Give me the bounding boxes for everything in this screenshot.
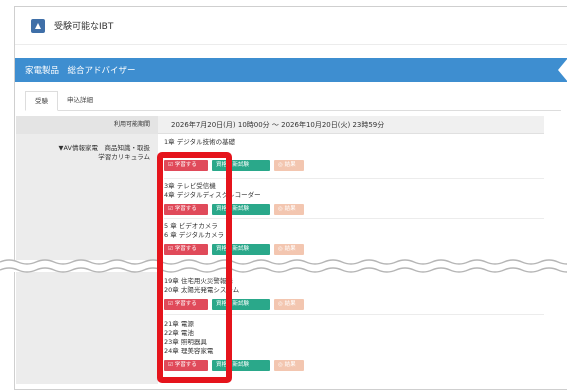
usage-period-value: 2026年7月20日(月) 10時00分 ～ 2026年10月20日(火) 23… <box>171 121 385 129</box>
exam-icon <box>31 18 45 33</box>
result-button[interactable]: ◎ 結果 <box>274 204 304 215</box>
course-banner-title: 家電製品 総合アドバイザー <box>25 66 136 76</box>
result-button-label: 結果 <box>284 162 296 168</box>
usage-period-label: 利用可能期間 <box>16 116 158 134</box>
page-title: 受験可能なIBT <box>54 22 114 32</box>
category-label: ▼AV情報家電 商品知識・取扱 学習カリキュラム <box>59 144 150 162</box>
result-button[interactable]: ◎ 結果 <box>274 360 304 371</box>
page-break-wave <box>0 259 567 273</box>
chapter-label: 1章 デジタル技術の基礎 <box>164 138 236 146</box>
course-banner: 家電製品 総合アドバイザー <box>15 58 567 82</box>
page-header: 受験可能なIBT <box>15 7 567 45</box>
banner-notch <box>558 58 567 82</box>
result-button-label: 結果 <box>284 246 296 252</box>
tab-bar: 受験 申込詳細 <box>25 91 561 111</box>
usage-period-row: 利用可能期間 2026年7月20日(月) 10時00分 ～ 2026年10月20… <box>16 116 544 134</box>
result-button-label: 結果 <box>284 206 296 212</box>
result-button-label: 結果 <box>284 301 296 307</box>
result-button[interactable]: ◎ 結果 <box>274 299 304 310</box>
result-button-label: 結果 <box>284 362 296 368</box>
tab-application-details[interactable]: 申込詳細 <box>58 91 102 110</box>
learn-buttons-highlight <box>157 152 232 383</box>
tab-exam[interactable]: 受験 <box>25 91 58 111</box>
result-button[interactable]: ◎ 結果 <box>274 244 304 255</box>
result-button[interactable]: ◎ 結果 <box>274 160 304 171</box>
category-line-2: 学習カリキュラム <box>98 153 150 161</box>
category-line-1: ▼AV情報家電 商品知識・取扱 <box>58 144 150 152</box>
